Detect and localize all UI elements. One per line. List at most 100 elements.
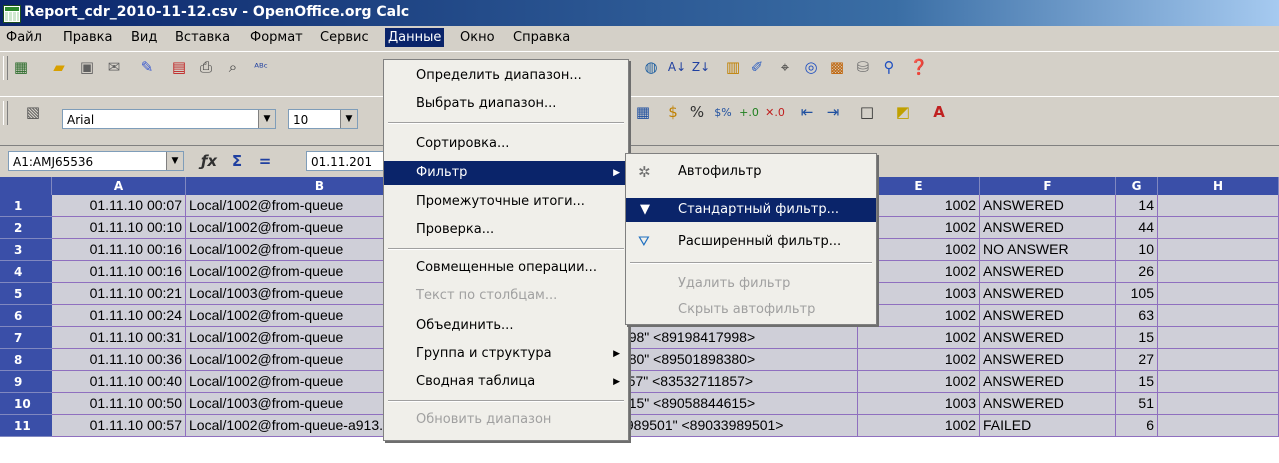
row-header[interactable]: 7 (0, 327, 52, 349)
cell-h[interactable] (1158, 393, 1279, 415)
cell-a[interactable]: 01.11.10 00:57 (52, 415, 186, 437)
cell-g[interactable]: 15 (1116, 327, 1158, 349)
menu-item-consolidate[interactable]: Объединить... (384, 314, 628, 338)
page-preview-icon[interactable]: ⌕ (222, 56, 244, 78)
row-header[interactable]: 4 (0, 261, 52, 283)
cell-g[interactable]: 51 (1116, 393, 1158, 415)
menu-insert[interactable]: Вставка (175, 30, 230, 45)
cell-h[interactable] (1158, 195, 1279, 217)
cell-h[interactable] (1158, 239, 1279, 261)
font-color-icon[interactable]: A (928, 101, 950, 123)
cell-a[interactable]: 01.11.10 00:31 (52, 327, 186, 349)
cell-e[interactable]: 1002 (858, 327, 980, 349)
toolbar-grip[interactable] (3, 56, 8, 80)
styles-icon[interactable]: ▧ (22, 101, 44, 123)
cell-a[interactable]: 01.11.10 00:36 (52, 349, 186, 371)
cell-g[interactable]: 6 (1116, 415, 1158, 437)
cell-e[interactable]: 1003 (858, 393, 980, 415)
row-header[interactable]: 6 (0, 305, 52, 327)
chart-icon[interactable]: ▥ (722, 56, 744, 78)
cell-g[interactable]: 26 (1116, 261, 1158, 283)
row-header[interactable]: 3 (0, 239, 52, 261)
find-icon[interactable]: ⌖ (774, 56, 796, 78)
edit-file-icon[interactable]: ✎ (136, 56, 158, 78)
cell-f[interactable]: NO ANSWER (980, 239, 1116, 261)
spellcheck-icon[interactable]: ᴬᴮᶜ (250, 56, 272, 78)
increase-indent-icon[interactable]: ⇥ (822, 101, 844, 123)
cell-g[interactable]: 27 (1116, 349, 1158, 371)
formula-input[interactable]: 01.11.201 (306, 151, 386, 171)
delete-decimal-icon[interactable]: ✕.0 (764, 101, 786, 123)
sum-icon[interactable]: Σ (226, 150, 248, 172)
cell-a[interactable]: 01.11.10 00:21 (52, 283, 186, 305)
select-all-corner[interactable] (0, 177, 52, 195)
cell-e[interactable]: 1002 (858, 349, 980, 371)
cell-h[interactable] (1158, 371, 1279, 393)
cell-a[interactable]: 01.11.10 00:24 (52, 305, 186, 327)
cell-a[interactable]: 01.11.10 00:16 (52, 261, 186, 283)
decrease-indent-icon[interactable]: ⇤ (796, 101, 818, 123)
cell-g[interactable]: 44 (1116, 217, 1158, 239)
draw-functions-icon[interactable]: ✐ (746, 56, 768, 78)
font-name-box[interactable]: Arial ▼ (62, 109, 276, 129)
menu-item-define-range[interactable]: Определить диапазон... (384, 64, 628, 88)
cell-h[interactable] (1158, 283, 1279, 305)
cell-f[interactable]: ANSWERED (980, 371, 1116, 393)
sort-ascending-icon[interactable]: A↓ (666, 56, 688, 78)
menu-item-subtotals[interactable]: Промежуточные итоги... (384, 190, 628, 214)
cell-f[interactable]: ANSWERED (980, 217, 1116, 239)
row-header[interactable]: 2 (0, 217, 52, 239)
row-header[interactable]: 10 (0, 393, 52, 415)
export-pdf-icon[interactable]: ▤ (168, 56, 190, 78)
cell-f[interactable]: ANSWERED (980, 283, 1116, 305)
menu-help[interactable]: Справка (513, 30, 570, 45)
cell-g[interactable]: 14 (1116, 195, 1158, 217)
number-format-icon[interactable]: $% (712, 101, 734, 123)
menu-item-group-outline[interactable]: Группа и структура ▶ (384, 342, 628, 366)
zoom-icon[interactable]: ⚲ (878, 56, 900, 78)
title-bar[interactable]: Report_cdr_2010-11-12.csv - OpenOffice.o… (0, 0, 1279, 26)
function-wizard-icon[interactable]: ƒx (198, 150, 220, 172)
row-header[interactable]: 8 (0, 349, 52, 371)
menu-item-multiple-operations[interactable]: Совмещенные операции... (384, 256, 628, 280)
menu-view[interactable]: Вид (131, 30, 157, 45)
menu-format[interactable]: Формат (250, 30, 303, 45)
chevron-down-icon[interactable]: ▼ (340, 110, 357, 128)
row-header[interactable]: 5 (0, 283, 52, 305)
merge-cells-icon[interactable]: ▦ (632, 101, 654, 123)
open-folder-icon[interactable]: ▰ (48, 56, 70, 78)
cell-e[interactable]: 1002 (858, 415, 980, 437)
percent-icon[interactable]: % (686, 101, 708, 123)
column-header-a[interactable]: A (52, 177, 186, 195)
cell-a[interactable]: 01.11.10 00:16 (52, 239, 186, 261)
email-icon[interactable]: ✉ (103, 56, 125, 78)
menu-file[interactable]: Файл (6, 30, 42, 45)
new-document-icon[interactable]: ▦ (10, 56, 32, 78)
cell-f[interactable]: ANSWERED (980, 195, 1116, 217)
menu-item-pivot-table[interactable]: Сводная таблица ▶ (384, 370, 628, 394)
cell-a[interactable]: 01.11.10 00:40 (52, 371, 186, 393)
menu-edit[interactable]: Правка (63, 30, 112, 45)
menu-window[interactable]: Окно (460, 30, 495, 45)
column-header-g[interactable]: G (1116, 177, 1158, 195)
menu-item-standard-filter[interactable]: ▼ Стандартный фильтр... (626, 198, 876, 222)
cell-h[interactable] (1158, 217, 1279, 239)
add-decimal-icon[interactable]: +.0 (738, 101, 760, 123)
cell-a[interactable]: 01.11.10 00:10 (52, 217, 186, 239)
cell-a[interactable]: 01.11.10 00:50 (52, 393, 186, 415)
cell-f[interactable]: ANSWERED (980, 349, 1116, 371)
row-header[interactable]: 9 (0, 371, 52, 393)
row-header[interactable]: 11 (0, 415, 52, 437)
cell-e[interactable]: 1002 (858, 371, 980, 393)
menu-item-sort[interactable]: Сортировка... (384, 132, 628, 156)
row-header[interactable]: 1 (0, 195, 52, 217)
cell-h[interactable] (1158, 327, 1279, 349)
cell-g[interactable]: 15 (1116, 371, 1158, 393)
menu-item-validity[interactable]: Проверка... (384, 218, 628, 242)
cell-f[interactable]: ANSWERED (980, 327, 1116, 349)
help-icon[interactable]: ❓ (908, 56, 930, 78)
function-equals-icon[interactable]: = (254, 150, 276, 172)
hyperlink-icon[interactable]: ◍ (640, 56, 662, 78)
chevron-down-icon[interactable]: ▼ (258, 110, 275, 128)
cell-f[interactable]: FAILED (980, 415, 1116, 437)
